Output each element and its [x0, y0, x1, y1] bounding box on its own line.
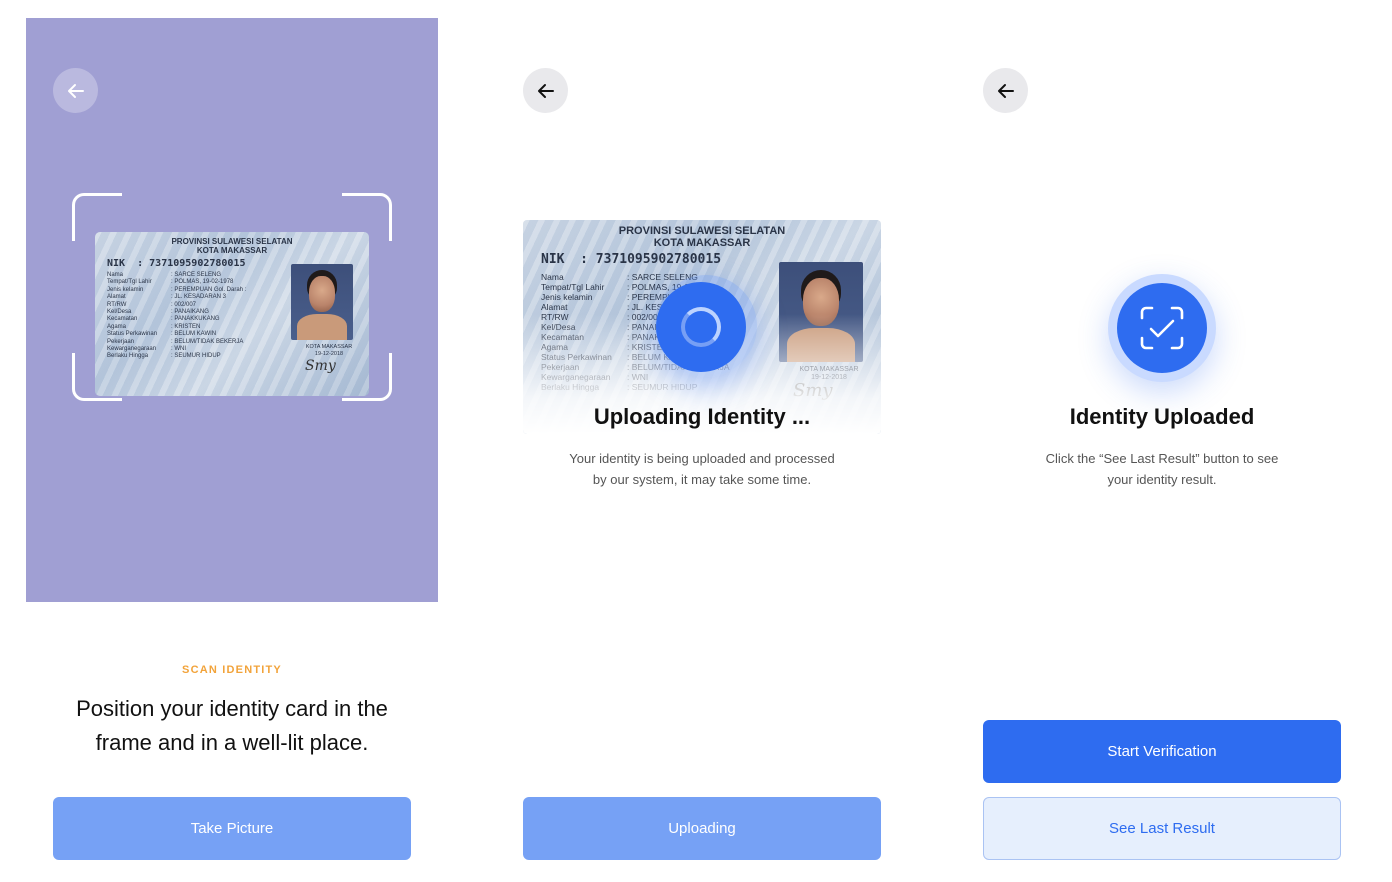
card-field-row: RT/RW : 002/007 [107, 302, 246, 309]
card-issue-info: KOTA MAKASSAR 19-12-2018 [305, 344, 353, 357]
card-photo [291, 264, 353, 340]
card-field-value: : BELUM KAWIN [171, 331, 217, 338]
card-signature: Smy [305, 358, 336, 374]
card-field-value: : JL. KESADARAN 3 [171, 294, 227, 301]
uploading-button[interactable]: Uploading [523, 797, 881, 860]
take-picture-button[interactable]: Take Picture [53, 797, 411, 860]
card-field-key: Status Perkawinan [107, 331, 158, 338]
scan-check-icon [1140, 306, 1184, 350]
card-field-value: : SARCE SELENG [171, 272, 222, 278]
card-field-key: Jenis kelamin [107, 286, 144, 293]
arrow-left-icon [67, 83, 84, 98]
arrow-left-icon [537, 83, 554, 98]
card-nik: NIK : 7371095902780015 [107, 258, 246, 269]
card-field-row: Kecamatan : PANAKKUKANG [107, 316, 246, 323]
upload-status-indicator [656, 282, 746, 372]
card-field-row: Status Perkawinan : BELUM KAWIN [107, 331, 246, 338]
identity-uploaded-screen: Identity Uploaded Click the “See Last Re… [956, 0, 1368, 882]
card-province: PROVINSI SULAWESI SELATAN [171, 237, 293, 246]
back-button[interactable] [983, 68, 1028, 113]
scan-instruction: Position your identity card in the frame… [76, 696, 388, 755]
upload-success-indicator [1117, 283, 1207, 373]
card-field-value: : PEREMPUAN Gol. Darah : [171, 286, 247, 293]
back-button[interactable] [53, 68, 98, 113]
card-field-row: Berlaku Hingga : SEUMUR HIDUP [107, 353, 246, 360]
card-field-value: : POLMAS, 19-02-1978 [171, 279, 234, 286]
card-field-value: : WNI [171, 346, 186, 353]
card-field-row: Tempat/Tgl Lahir : POLMAS, 19-02-1978 [107, 279, 246, 286]
card-field-key: Kecamatan [107, 316, 138, 323]
card-city: KOTA MAKASSAR [196, 246, 268, 255]
card-field-key: Agama [107, 323, 127, 330]
card-field-key: Tempat/Tgl Lahir [541, 282, 605, 292]
start-verification-button[interactable]: Start Verification [983, 720, 1341, 783]
card-field-row: Kel/Desa : PANAIKANG [107, 309, 246, 316]
card-field-key: RT/RW [107, 301, 127, 308]
card-field-row: Pekerjaan : BELUM/TIDAK BEKERJA [107, 339, 246, 346]
card-field-value: : KRISTEN [171, 323, 201, 330]
card-field-value: : PANAKKUKANG [171, 316, 220, 323]
arrow-left-icon [997, 83, 1014, 98]
card-field-key: Kel/Desa [107, 309, 132, 316]
card-field-key: Jenis kelamin [541, 292, 593, 302]
upload-title: Uploading Identity ... [593, 404, 811, 429]
card-field-key: Alamat [541, 302, 568, 312]
card-field-key: Pekerjaan [107, 338, 135, 345]
back-button[interactable] [523, 68, 568, 113]
card-province: PROVINSI SULAWESI SELATAN [618, 225, 786, 237]
uploading-screen: PROVINSI SULAWESI SELATAN KOTA MAKASSAR … [496, 0, 908, 882]
card-field-row: Agama : KRISTEN [107, 324, 246, 331]
card-field-row: Kewarganegaraan : WNI [107, 346, 246, 353]
card-field-value: : SEUMUR HIDUP [171, 353, 221, 360]
card-field-value: : BELUM/TIDAK BEKERJA [171, 338, 244, 345]
eyebrow-label: SCAN IDENTITY [182, 664, 282, 676]
card-fields: Nama : SARCE SELENG Tempat/Tgl Lahir : POLM… [107, 272, 246, 361]
card-city: KOTA MAKASSAR [653, 237, 751, 249]
card-field-key: Berlaku Hingga [107, 353, 149, 360]
card-field-key: Nama [541, 272, 564, 282]
loading-spinner-icon [681, 307, 721, 347]
identity-card-image: PROVINSI SULAWESI SELATAN KOTA MAKASSAR … [95, 232, 369, 396]
uploaded-title: Identity Uploaded [1069, 404, 1255, 429]
upload-description: Your identity is being uploaded and proc… [569, 451, 835, 487]
card-field-key: Alamat [107, 294, 126, 301]
see-last-result-button[interactable]: See Last Result [983, 797, 1341, 860]
card-field-key: Kewarganegaraan [107, 346, 157, 353]
card-field-value: : 002/007 [171, 301, 197, 308]
card-field-key: Nama [107, 272, 124, 278]
card-field-row: Nama : SARCE SELENG [107, 272, 246, 279]
card-nik: NIK : 7371095902780015 [541, 252, 722, 267]
card-field-key: Tempat/Tgl Lahir [107, 279, 152, 286]
scan-identity-screen: PROVINSI SULAWESI SELATAN KOTA MAKASSAR … [26, 0, 438, 882]
card-field-value: : PANAIKANG [171, 309, 209, 316]
card-field-row: Alamat : JL. KESADARAN 3 [107, 294, 246, 301]
uploaded-description: Click the “See Last Result” button to se… [1045, 451, 1279, 487]
card-field-row: Jenis kelamin : PEREMPUAN Gol. Darah : [107, 287, 246, 294]
